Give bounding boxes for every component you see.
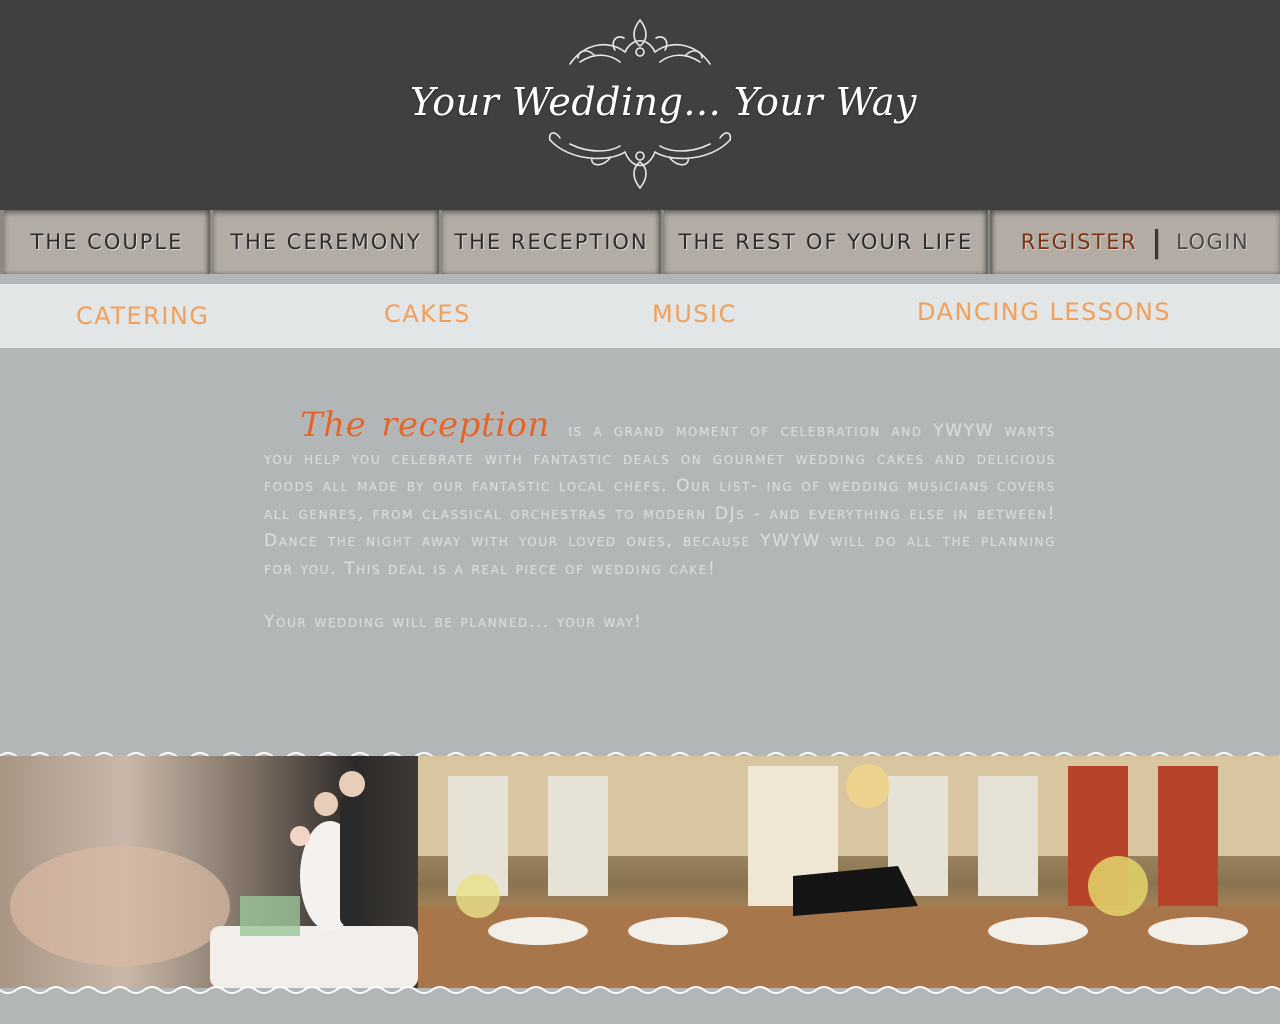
site-header: Your Wedding... Your Way xyxy=(0,0,1280,210)
auth-separator: | xyxy=(1151,224,1163,260)
subnav-cakes[interactable]: CAKES xyxy=(384,300,471,328)
nav-the-ceremony[interactable]: THE CEREMONY xyxy=(213,210,439,274)
auth-links: REGISTER | LOGIN xyxy=(990,210,1280,274)
photo-strip xyxy=(0,746,1280,1004)
sub-nav: CATERING CAKES MUSIC DANCING LESSONS xyxy=(0,284,1280,348)
closing-line: Your wedding will be planned... your way… xyxy=(264,612,643,632)
cake-cutting-photo xyxy=(0,756,418,988)
logo-text: Your Wedding... Your Way xyxy=(410,80,918,124)
main-content: The reception is a grand moment of celeb… xyxy=(264,408,1056,637)
subnav-catering[interactable]: CATERING xyxy=(76,302,209,330)
nav-the-rest-of-your-life[interactable]: THE REST OF YOUR LIFE xyxy=(664,210,988,274)
site-logo[interactable]: Your Wedding... Your Way xyxy=(410,12,918,192)
nav-the-couple[interactable]: THE COUPLE xyxy=(4,210,210,274)
ballroom-icon xyxy=(418,756,1280,988)
register-link[interactable]: REGISTER xyxy=(1021,230,1137,254)
lace-border-bottom-icon xyxy=(0,986,1280,994)
section-heading: The reception xyxy=(300,405,550,445)
subnav-dancing-lessons[interactable]: DANCING LESSONS xyxy=(917,298,1171,326)
reception-hall-photo xyxy=(418,756,1280,988)
subnav-music[interactable]: MUSIC xyxy=(652,300,737,328)
intro-paragraph: The reception is a grand moment of celeb… xyxy=(264,408,1056,583)
cake-topper-icon xyxy=(10,771,418,988)
nav-the-reception[interactable]: THE RECEPTION xyxy=(442,210,661,274)
main-nav: THE COUPLE THE CEREMONY THE RECEPTION TH… xyxy=(0,210,1280,274)
login-link[interactable]: LOGIN xyxy=(1176,230,1249,254)
